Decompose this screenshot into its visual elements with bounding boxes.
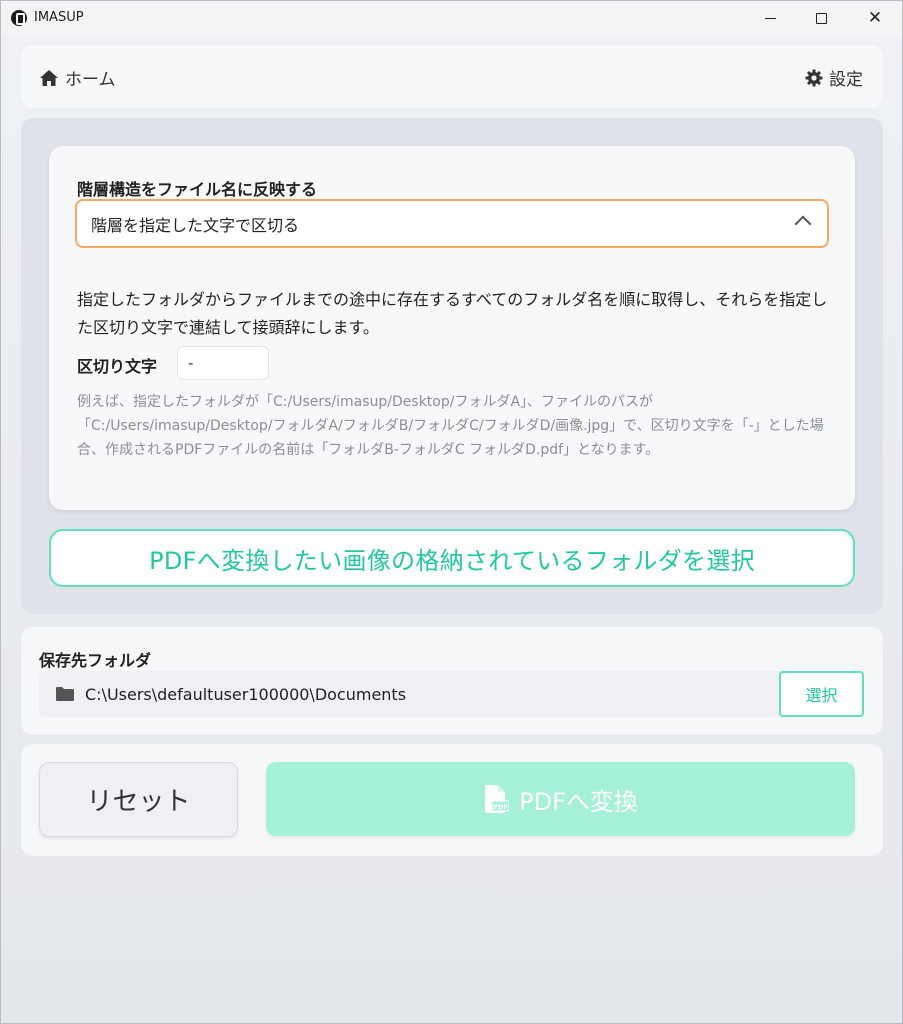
- select-image-folder-button[interactable]: PDFへ変換したい画像の格納されているフォルダを選択: [49, 529, 855, 587]
- folder-icon: [56, 687, 74, 701]
- chevron-up-icon: [794, 215, 812, 233]
- reset-button[interactable]: リセット: [39, 762, 238, 837]
- minimize-icon: [764, 17, 776, 19]
- svg-text:PDF: PDF: [493, 803, 508, 811]
- prefix-label: 階層構造をファイル名に反映する: [77, 180, 318, 199]
- maximize-icon: [815, 12, 827, 24]
- save-folder-select-button[interactable]: 選択: [779, 671, 864, 717]
- prefix-settings-card: 階層構造をファイル名に反映する 階層を指定した文字で区切る 指定したフォルダから…: [49, 146, 855, 510]
- action-panel: リセット PDF PDFへ変換: [21, 744, 883, 856]
- save-path-display: C:\Users\defaultuser100000\Documents: [39, 671, 781, 717]
- maximize-button[interactable]: [798, 1, 844, 35]
- save-folder-label: 保存先フォルダ: [39, 651, 152, 670]
- nav-home-label: ホーム: [65, 70, 116, 90]
- home-icon: [40, 69, 58, 86]
- app-logo-icon: [11, 10, 27, 26]
- gear-icon: [805, 69, 823, 86]
- title-bar: IMASUP ✕: [1, 1, 902, 35]
- save-path-text: C:\Users\defaultuser100000\Documents: [85, 684, 407, 704]
- close-button[interactable]: ✕: [852, 1, 898, 35]
- separator-input[interactable]: [177, 346, 269, 380]
- prefix-description: 指定したフォルダからファイルまでの途中に存在するすべてのフォルダ名を順に取得し、…: [77, 290, 828, 337]
- convert-button-label: PDFへ変換: [519, 787, 638, 816]
- top-nav: ホーム 設定: [21, 45, 883, 108]
- nav-settings-label: 設定: [829, 70, 863, 90]
- main-panel: 階層構造をファイル名に反映する 階層を指定した文字で区切る 指定したフォルダから…: [21, 118, 883, 614]
- prefix-mode-select[interactable]: 階層を指定した文字で区切る: [75, 199, 829, 248]
- pdf-file-icon: PDF: [485, 785, 510, 813]
- prefix-example-text: 例えば、指定したフォルダが「C:/Users/imasup/Desktop/フォ…: [77, 394, 824, 458]
- window-title: IMASUP: [34, 10, 84, 25]
- save-folder-panel: 保存先フォルダ C:\Users\defaultuser100000\Docum…: [21, 627, 883, 735]
- app-window: IMASUP ✕ ホーム 設定 階層構造をファイル名に反映する 階層を指定した文…: [0, 0, 903, 1024]
- minimize-button[interactable]: [747, 1, 793, 35]
- convert-to-pdf-button[interactable]: PDF PDFへ変換: [266, 762, 855, 836]
- nav-settings-link[interactable]: 設定: [805, 65, 863, 90]
- prefix-mode-value: 階層を指定した文字で区切る: [91, 215, 300, 235]
- nav-home-link[interactable]: ホーム: [39, 65, 116, 90]
- close-icon: ✕: [867, 8, 883, 28]
- separator-label: 区切り文字: [77, 357, 158, 376]
